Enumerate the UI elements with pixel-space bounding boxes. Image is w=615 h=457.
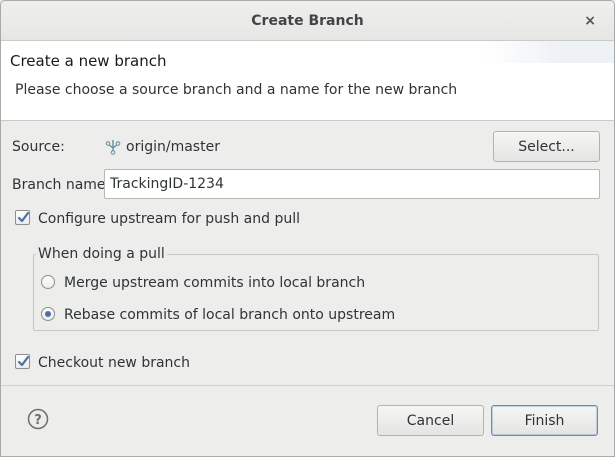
title-bar: Create Branch × (1, 1, 614, 41)
svg-text:?: ? (34, 413, 42, 428)
banner-decoration (484, 41, 614, 63)
checkmark-icon (17, 355, 30, 367)
radio-selected-dot (45, 311, 51, 317)
cancel-button[interactable]: Cancel (377, 405, 484, 436)
footer-divider (1, 385, 614, 386)
configure-upstream-label: Configure upstream for push and pull (38, 211, 300, 227)
checkmark-icon (17, 211, 30, 223)
select-source-button[interactable]: Select... (493, 131, 600, 162)
banner-description: Please choose a source branch and a name… (15, 82, 458, 98)
help-icon[interactable]: ? (27, 408, 49, 430)
checkout-branch-label: Checkout new branch (38, 355, 190, 371)
source-branch-value: origin/master (126, 139, 220, 155)
window-title: Create Branch (251, 13, 364, 29)
rebase-option-label: Rebase commits of local branch onto upst… (64, 307, 396, 323)
branch-name-label: Branch name: (12, 177, 111, 193)
branch-icon (105, 140, 121, 155)
rebase-radio[interactable] (41, 307, 55, 321)
finish-button[interactable]: Finish (491, 405, 598, 436)
create-branch-dialog: Create Branch × Create a new branch Plea… (0, 0, 615, 457)
pull-options-legend: When doing a pull (36, 246, 167, 262)
wizard-banner: Create a new branch Please choose a sour… (1, 41, 614, 121)
merge-radio[interactable] (41, 275, 55, 289)
checkout-branch-checkbox[interactable] (15, 354, 30, 369)
banner-title: Create a new branch (10, 52, 167, 70)
close-icon[interactable]: × (584, 1, 596, 40)
branch-name-input[interactable] (104, 169, 600, 199)
merge-option-label: Merge upstream commits into local branch (64, 275, 366, 291)
configure-upstream-checkbox[interactable] (15, 210, 30, 225)
source-label: Source: (12, 139, 65, 155)
